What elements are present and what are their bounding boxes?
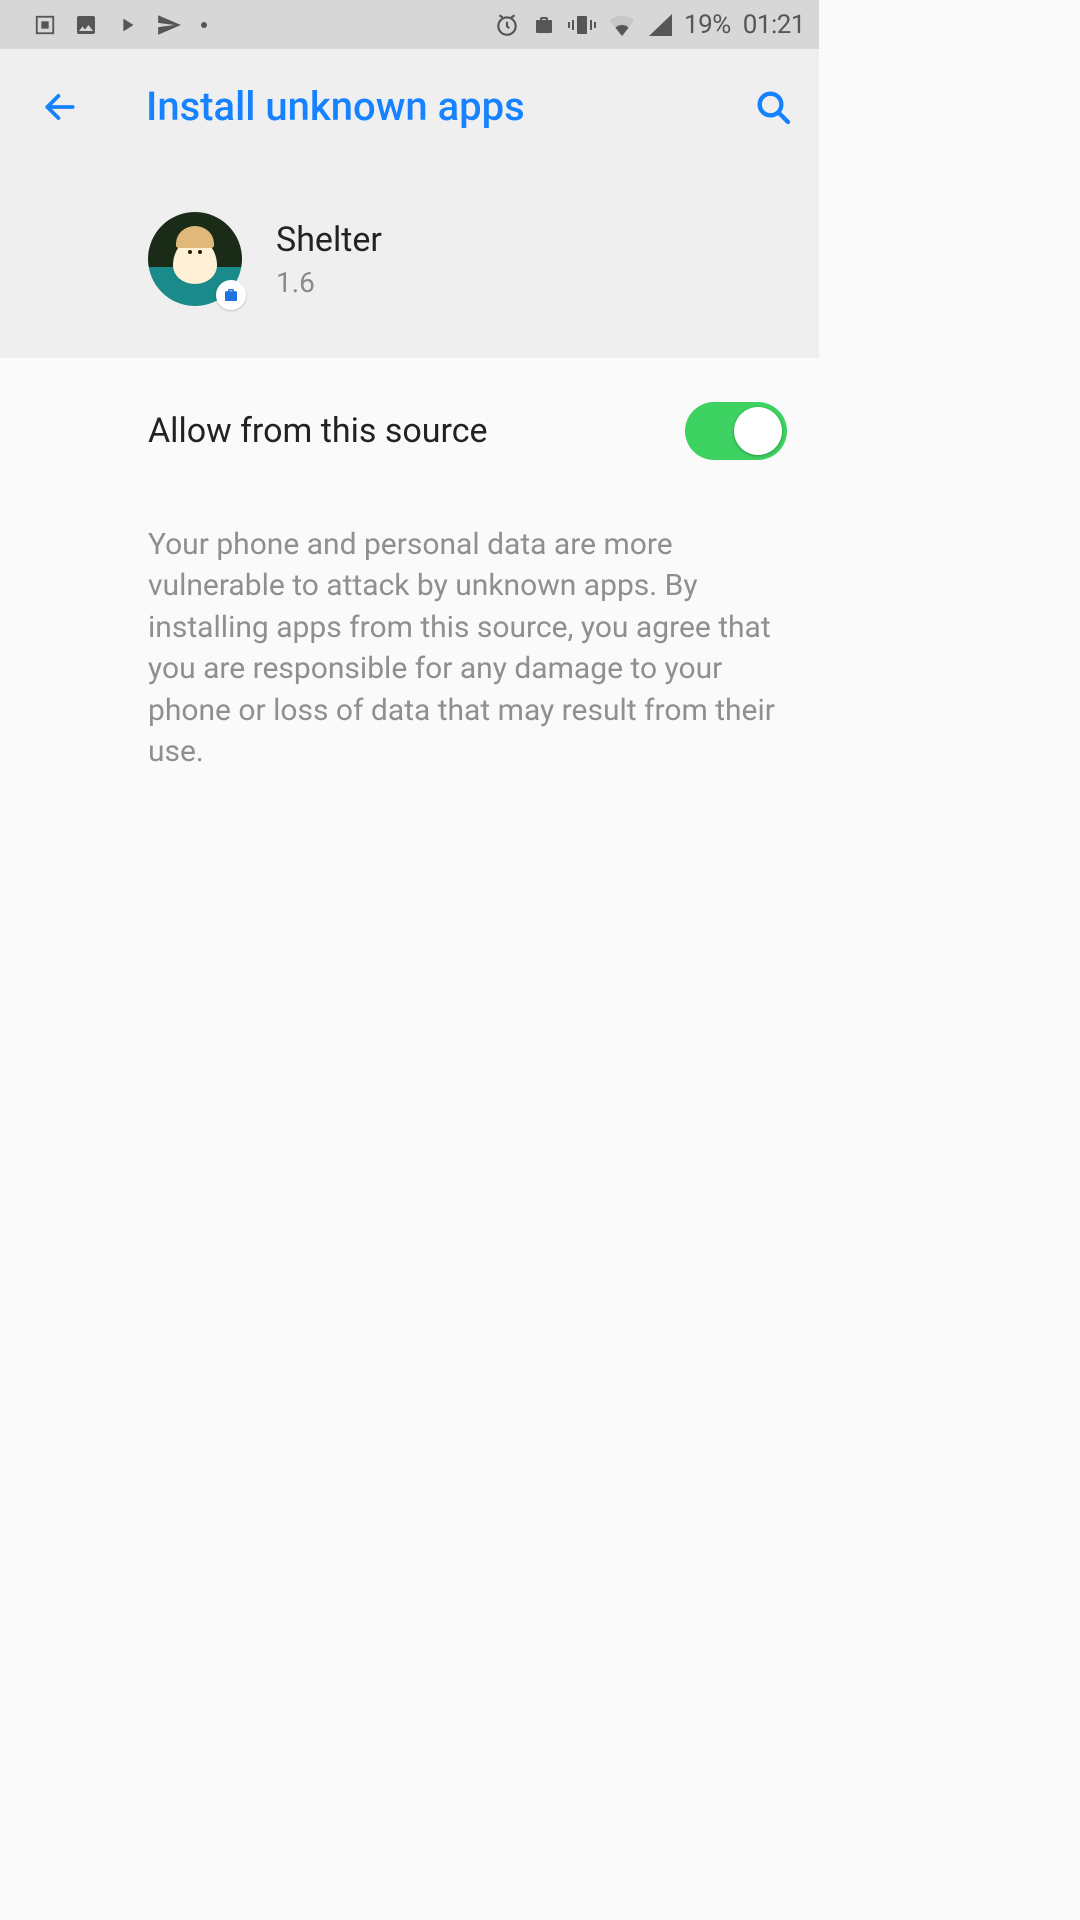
app-bar: Install unknown apps [0,49,819,164]
status-bar: 19% 01:21 [0,0,819,49]
status-right: 19% 01:21 [494,10,805,40]
send-icon [156,12,182,38]
dot-icon [200,21,208,29]
clock-text: 01:21 [743,10,805,40]
app-version: 1.6 [276,266,382,299]
status-left [34,12,208,38]
back-button[interactable] [38,85,82,129]
briefcase-icon [532,13,556,37]
work-profile-badge-icon [216,280,246,310]
search-icon [753,87,793,127]
page-title: Install unknown apps [146,83,749,130]
allow-source-label: Allow from this source [148,411,488,451]
play-icon [116,14,138,36]
battery-text: 19% [684,10,731,40]
warning-text: Your phone and personal data are more vu… [0,504,819,772]
wifi-icon [608,14,636,36]
vibrate-icon [568,13,596,37]
app-icon [148,212,242,306]
image-icon [74,13,98,37]
alarm-icon [494,12,520,38]
app-name: Shelter [276,220,382,260]
search-button[interactable] [749,83,797,131]
app-indicator-icon [34,14,56,36]
app-info-section: Shelter 1.6 [0,164,819,358]
arrow-left-icon [41,88,79,126]
allow-source-row[interactable]: Allow from this source [0,358,819,504]
allow-source-switch[interactable] [685,402,787,460]
signal-icon [648,14,672,36]
